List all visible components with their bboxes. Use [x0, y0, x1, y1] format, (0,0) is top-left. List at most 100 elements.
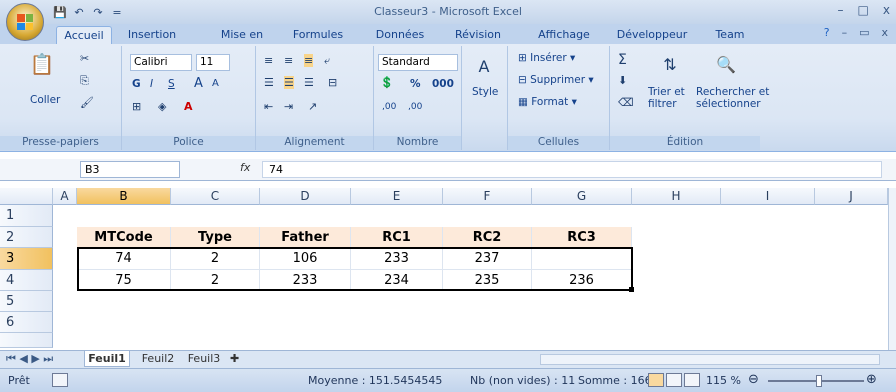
- wrap-text-icon[interactable]: ⤶: [324, 54, 330, 68]
- name-box[interactable]: B3: [80, 161, 180, 178]
- zoom-level[interactable]: 115 %: [706, 374, 741, 387]
- tab-accueil[interactable]: Accueil: [56, 26, 112, 44]
- row-header-1[interactable]: 1: [0, 205, 53, 227]
- align-top-icon[interactable]: ≡: [264, 54, 273, 67]
- row-header-7[interactable]: [0, 333, 53, 348]
- header-cell-mtcode[interactable]: MTCode: [77, 227, 171, 248]
- tab-revision[interactable]: Révision: [450, 26, 506, 44]
- tab-formules[interactable]: Formules: [290, 26, 346, 44]
- column-header-d[interactable]: D: [260, 188, 351, 205]
- sheet-tab-feuil2[interactable]: Feuil2: [138, 351, 178, 367]
- tab-donnees[interactable]: Données: [372, 26, 428, 44]
- column-header-e[interactable]: E: [351, 188, 443, 205]
- macro-record-icon[interactable]: [52, 373, 68, 387]
- decrease-decimal-button[interactable]: ,00: [408, 102, 422, 112]
- zoom-slider-thumb[interactable]: [816, 375, 822, 387]
- find-label[interactable]: Rechercher et: [696, 86, 769, 98]
- normal-view-icon[interactable]: [648, 373, 664, 387]
- header-cell-rc1[interactable]: RC1: [351, 227, 443, 248]
- format-painter-icon[interactable]: 🖌: [80, 96, 94, 109]
- column-header-h[interactable]: H: [632, 188, 721, 205]
- orientation-icon[interactable]: ↗: [308, 100, 317, 113]
- grow-font-button[interactable]: A: [194, 76, 203, 91]
- office-button[interactable]: [6, 3, 44, 41]
- row-header-6[interactable]: 6: [0, 312, 53, 333]
- paste-label[interactable]: Coller: [30, 94, 60, 106]
- bold-button[interactable]: G: [132, 78, 141, 90]
- format-button[interactable]: ▦ Format ▾: [518, 96, 577, 108]
- borders-icon[interactable]: ⊞: [132, 100, 141, 113]
- font-name-select[interactable]: Calibri: [130, 54, 192, 71]
- align-left-icon[interactable]: ☰: [264, 76, 274, 89]
- tab-mise-en-page[interactable]: Mise en page: [206, 26, 278, 59]
- paste-icon[interactable]: 📋: [28, 50, 56, 78]
- sort-filter-icon[interactable]: ⇅: [656, 50, 684, 78]
- copy-icon[interactable]: ⎘: [80, 74, 89, 88]
- column-header-b[interactable]: B: [77, 188, 171, 205]
- page-layout-view-icon[interactable]: [666, 373, 682, 387]
- column-header-g[interactable]: G: [532, 188, 632, 205]
- header-cell-father[interactable]: Father: [260, 227, 351, 248]
- autosum-icon[interactable]: Σ: [618, 52, 627, 68]
- column-header-a[interactable]: A: [53, 188, 77, 205]
- header-cell-rc3[interactable]: RC3: [532, 227, 632, 248]
- zoom-out-icon[interactable]: ⊖: [748, 372, 759, 387]
- clear-icon[interactable]: ⌫: [618, 96, 634, 109]
- align-right-icon[interactable]: ☰: [304, 76, 314, 89]
- style-label[interactable]: Style: [472, 86, 498, 98]
- sort-label[interactable]: Trier et: [648, 86, 685, 98]
- tab-insertion[interactable]: Insertion: [124, 26, 180, 44]
- sheet-tab-feuil1[interactable]: Feuil1: [84, 351, 130, 367]
- font-size-select[interactable]: 11: [196, 54, 230, 71]
- italic-button[interactable]: I: [150, 78, 153, 90]
- column-header-f[interactable]: F: [443, 188, 532, 205]
- page-break-view-icon[interactable]: [684, 373, 700, 387]
- increase-decimal-button[interactable]: ,00: [382, 102, 396, 112]
- horizontal-scrollbar[interactable]: [540, 354, 880, 365]
- styles-icon[interactable]: A: [470, 52, 498, 80]
- find-select-icon[interactable]: 🔍: [712, 50, 740, 78]
- row-header-2[interactable]: 2: [0, 227, 53, 248]
- number-format-select[interactable]: Standard: [378, 54, 458, 71]
- font-color-icon[interactable]: A: [184, 100, 193, 113]
- column-header-j[interactable]: J: [815, 188, 888, 205]
- percent-button[interactable]: %: [410, 78, 421, 90]
- fill-handle[interactable]: [629, 287, 634, 292]
- maximize-button[interactable]: □: [858, 3, 869, 17]
- row-header-3[interactable]: 3: [0, 248, 53, 270]
- formula-input[interactable]: 74: [262, 161, 882, 178]
- zoom-in-icon[interactable]: ⊕: [866, 372, 877, 387]
- align-middle-icon[interactable]: ≡: [284, 54, 293, 67]
- close-button[interactable]: x: [883, 3, 890, 17]
- header-cell-rc2[interactable]: RC2: [443, 227, 532, 248]
- fill-icon[interactable]: ⬇: [618, 74, 627, 87]
- align-center-icon[interactable]: ☰: [284, 76, 294, 89]
- help-icon[interactable]: ?: [824, 26, 830, 39]
- select-all-corner[interactable]: [0, 188, 53, 205]
- tab-developpeur[interactable]: Développeur: [616, 26, 688, 44]
- thousands-button[interactable]: 000: [432, 78, 454, 90]
- vertical-scrollbar[interactable]: [888, 188, 896, 350]
- insert-sheet-icon[interactable]: ✚: [230, 351, 239, 367]
- tab-affichage[interactable]: Affichage: [534, 26, 594, 44]
- increase-indent-icon[interactable]: ⇥: [284, 100, 293, 113]
- sheet-nav-icons[interactable]: ⏮ ◀ ▶ ⏭: [6, 351, 53, 367]
- column-header-i[interactable]: I: [721, 188, 815, 205]
- shrink-font-button[interactable]: A: [212, 78, 219, 89]
- delete-button[interactable]: ⊟ Supprimer ▾: [518, 74, 594, 86]
- sheet-tab-feuil3[interactable]: Feuil3: [184, 351, 224, 367]
- minimize-button[interactable]: –: [838, 3, 844, 17]
- row-header-5[interactable]: 5: [0, 291, 53, 312]
- currency-icon[interactable]: 💲: [380, 76, 394, 89]
- fill-color-icon[interactable]: ◈: [158, 100, 166, 113]
- row-header-4[interactable]: 4: [0, 270, 53, 291]
- header-cell-type[interactable]: Type: [171, 227, 260, 248]
- tab-team[interactable]: Team: [710, 26, 750, 44]
- find-label-2[interactable]: sélectionner: [696, 98, 761, 110]
- ribbon-restore-icon[interactable]: ▭: [859, 26, 869, 39]
- ribbon-close-icon[interactable]: x: [881, 26, 888, 39]
- align-bottom-icon[interactable]: ≡: [304, 54, 314, 67]
- insert-button[interactable]: ⊞ Insérer ▾: [518, 52, 575, 64]
- column-header-c[interactable]: C: [171, 188, 260, 205]
- ribbon-minimize-icon[interactable]: –: [842, 26, 848, 39]
